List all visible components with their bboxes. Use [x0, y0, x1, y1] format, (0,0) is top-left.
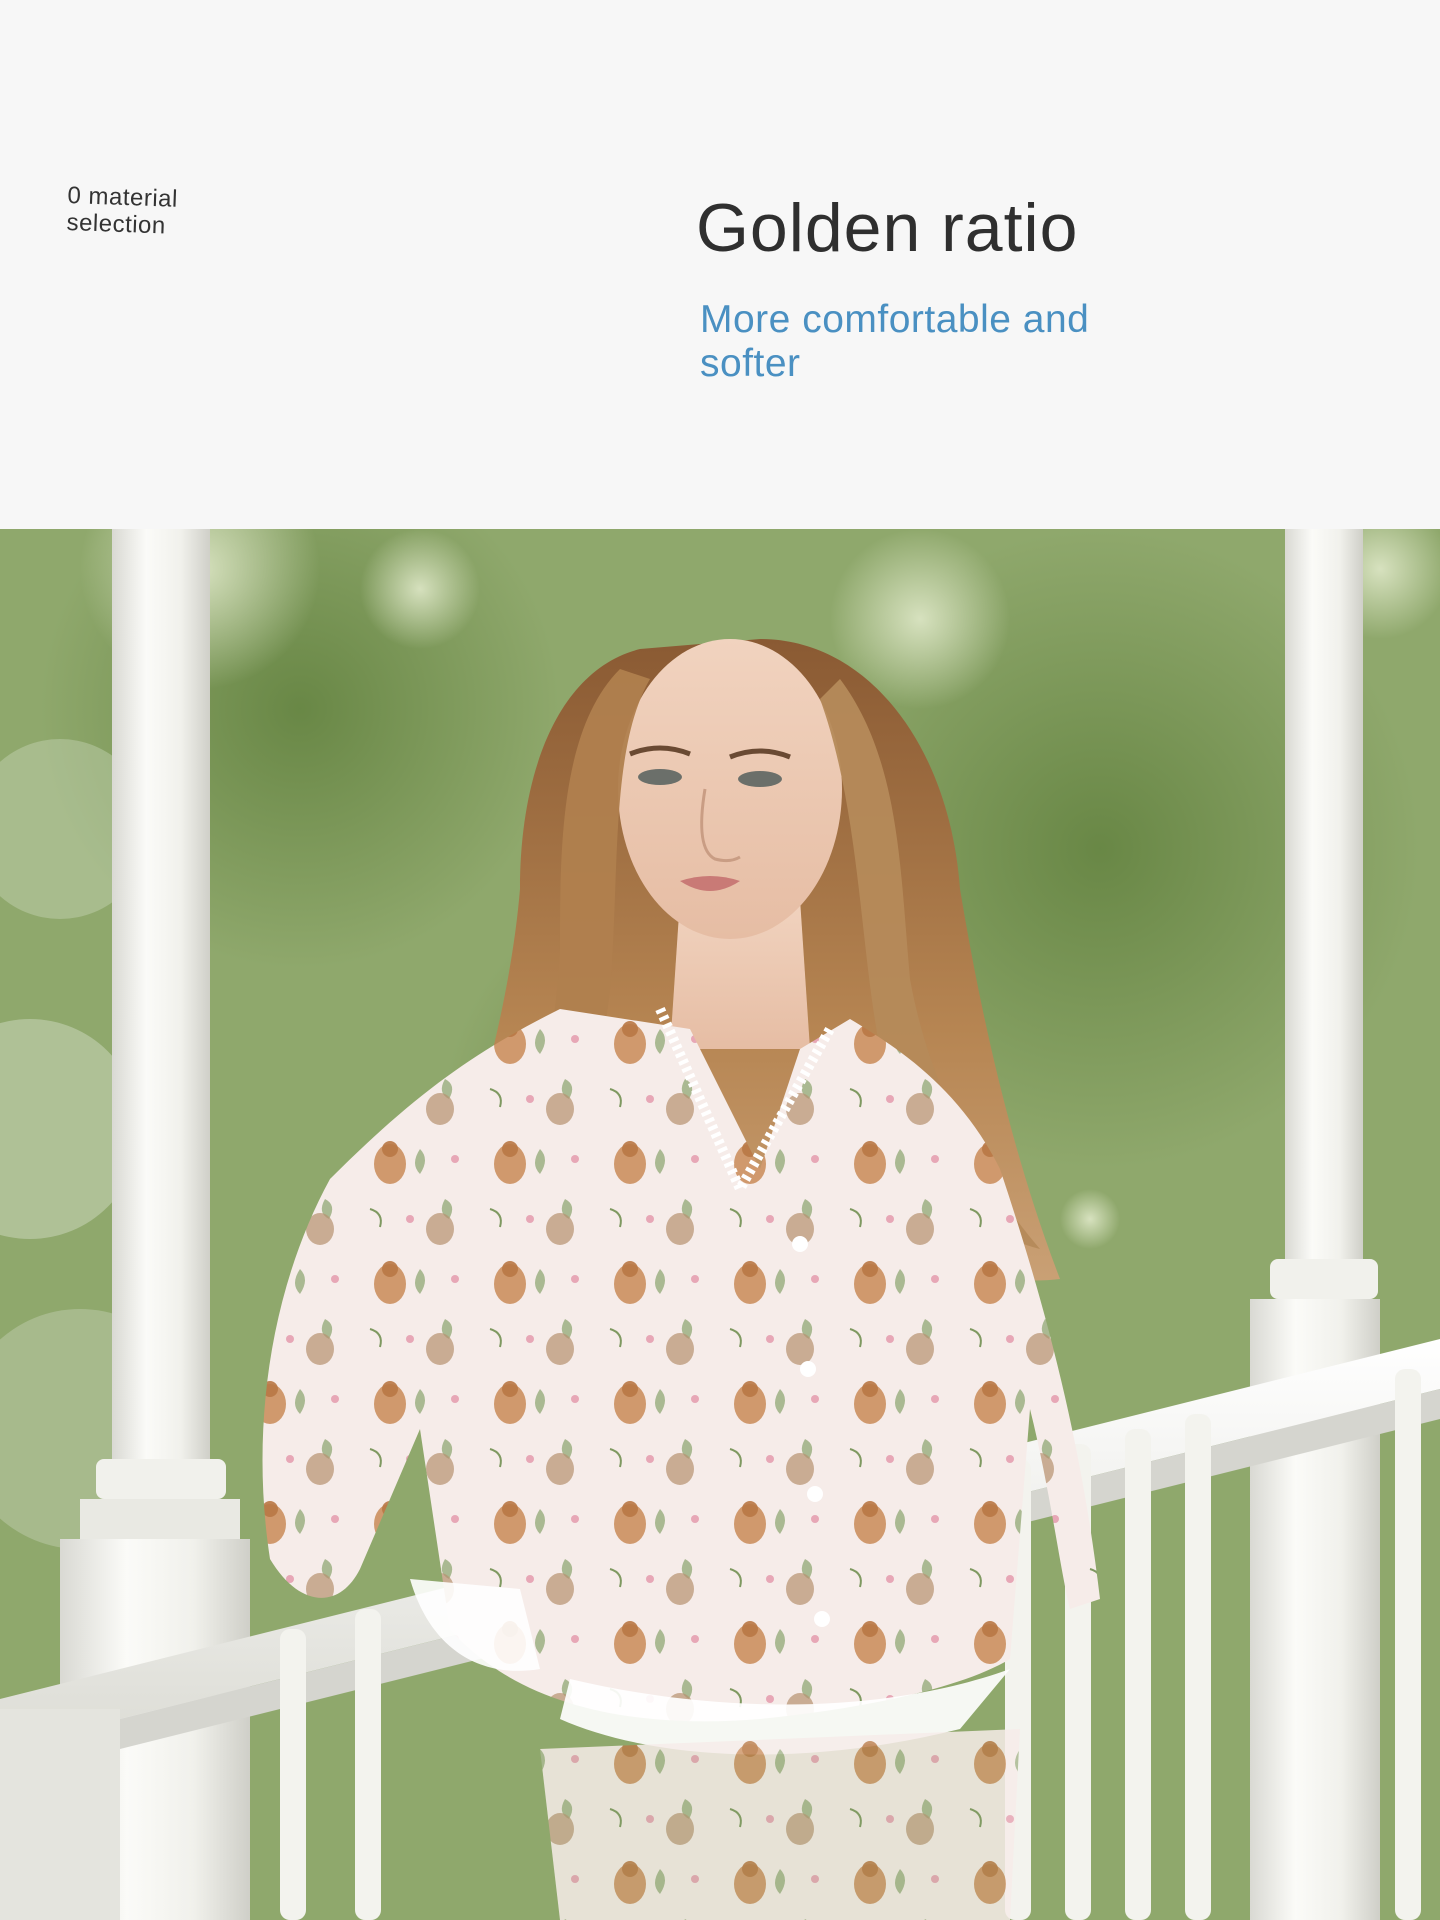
product-photo [0, 529, 1440, 1920]
page-title: Golden ratio [696, 190, 1079, 266]
page-subtitle: More comfortable and softer [700, 298, 1090, 385]
product-detail-page: 0 material selection Golden ratio More c… [0, 0, 1440, 1920]
side-label: 0 material selection [66, 182, 179, 240]
header-section: 0 material selection Golden ratio More c… [0, 0, 1440, 529]
